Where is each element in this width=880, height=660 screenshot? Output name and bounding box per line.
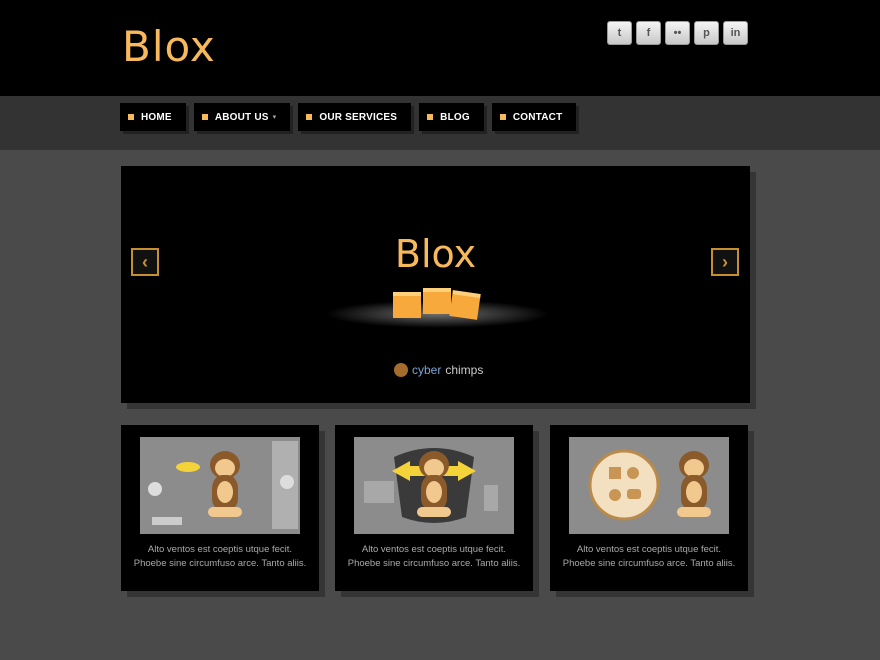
social-icons: t f •• p in bbox=[607, 21, 748, 45]
brand-text-b: chimps bbox=[445, 363, 484, 377]
monkey-icon bbox=[394, 363, 408, 377]
chevron-down-icon: ▾ bbox=[272, 114, 277, 121]
nav-item-home[interactable]: HOME bbox=[120, 103, 186, 131]
slide-title: Blox bbox=[394, 232, 477, 276]
nav-item-about-us[interactable]: ABOUT US ▾ bbox=[193, 103, 291, 131]
nav-item-label: BLOG bbox=[440, 111, 470, 123]
site-logo[interactable]: Blox bbox=[122, 22, 216, 71]
brand-text-a: cyber bbox=[412, 363, 442, 377]
nav-item-label: CONTACT bbox=[512, 111, 563, 123]
main-nav: HOME ABOUT US ▾ OUR SERVICES BLOG CONTAC… bbox=[120, 103, 577, 131]
nav-item-label: HOME bbox=[141, 111, 172, 123]
nav-item-label: OUR SERVICES bbox=[319, 111, 398, 123]
facebook-icon[interactable]: f bbox=[636, 21, 661, 45]
hero-slider: ‹ › Blox cyber chimps bbox=[121, 166, 750, 403]
feature-image[interactable] bbox=[140, 437, 300, 534]
twitter-icon[interactable]: t bbox=[607, 21, 632, 45]
pinterest-icon[interactable]: p bbox=[694, 21, 719, 45]
flickr-icon[interactable]: •• bbox=[665, 21, 690, 45]
feature-image[interactable] bbox=[354, 437, 514, 534]
feature-text: Alto ventos est coeptis utque fecit. Pho… bbox=[133, 544, 307, 569]
nav-item-contact[interactable]: CONTACT bbox=[491, 103, 577, 131]
linkedin-icon[interactable]: in bbox=[723, 21, 748, 45]
cyberchimps-logo[interactable]: cyber chimps bbox=[394, 363, 483, 377]
nav-item-blog[interactable]: BLOG bbox=[419, 103, 484, 131]
feature-box-responsive-slider: Alto ventos est coeptis utque fecit. Pho… bbox=[121, 425, 319, 591]
feature-text: Alto ventos est coeptis utque fecit. Pho… bbox=[347, 544, 521, 569]
nav-bullet-icon bbox=[128, 114, 134, 120]
feature-box-responsive-design: Alto ventos est coeptis utque fecit. Pho… bbox=[335, 425, 533, 591]
nav-bullet-icon bbox=[306, 114, 313, 120]
nav-item-label: ABOUT US bbox=[214, 111, 269, 123]
nav-item-our-services[interactable]: OUR SERVICES bbox=[298, 103, 412, 131]
nav-bullet-icon bbox=[427, 114, 434, 120]
site-header: Blox t f •• p in bbox=[0, 0, 880, 96]
nav-bullet-icon bbox=[201, 114, 208, 120]
nav-bullet-icon bbox=[499, 114, 506, 120]
feature-text: Alto ventos est coeptis utque fecit. Pho… bbox=[562, 544, 736, 569]
feature-box-features: Alto ventos est coeptis utque fecit. Pho… bbox=[550, 425, 748, 591]
feature-image[interactable] bbox=[569, 437, 729, 534]
cubes-graphic bbox=[393, 286, 483, 320]
